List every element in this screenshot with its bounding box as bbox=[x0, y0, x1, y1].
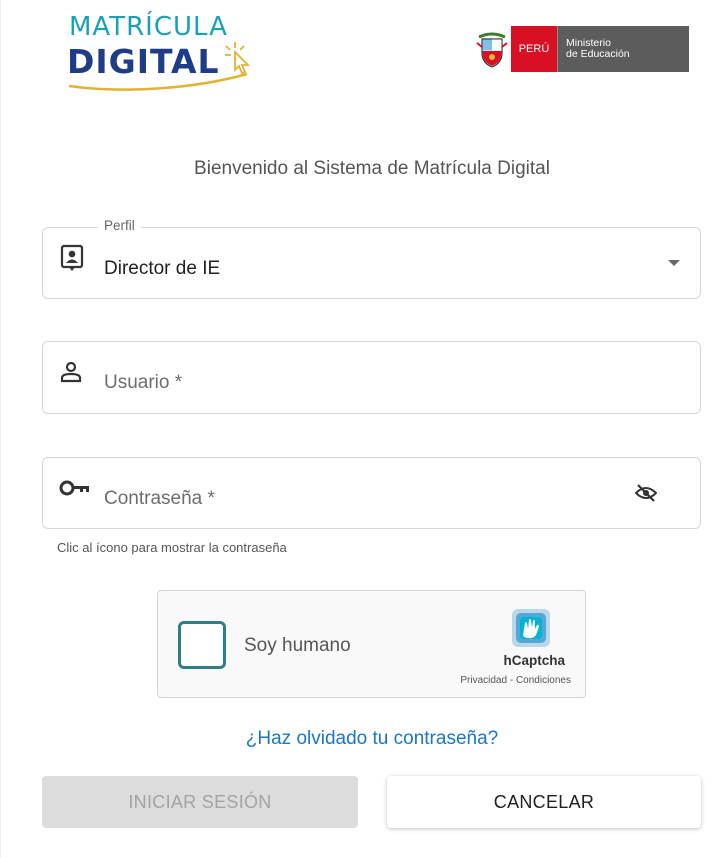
forgot-password-link[interactable]: ¿Haz olvidado tu contraseña? bbox=[246, 728, 498, 749]
government-brand: PERÚ Ministerio de Educación bbox=[473, 26, 689, 72]
captcha-label: Soy humano bbox=[244, 635, 351, 656]
cancel-button[interactable]: CANCELAR bbox=[387, 776, 701, 828]
key-icon bbox=[59, 480, 89, 496]
eye-off-icon[interactable] bbox=[635, 484, 657, 502]
person-icon bbox=[60, 361, 82, 383]
peru-coat-of-arms-icon bbox=[473, 26, 511, 72]
ministry-line2: de Educación bbox=[566, 48, 630, 60]
captcha-checkbox[interactable] bbox=[178, 621, 226, 669]
matricula-digital-logo: MATRÍCULA DIGITAL bbox=[67, 12, 257, 92]
login-page: MATRÍCULA DIGITAL PERÚ Ministerio de Edu… bbox=[0, 0, 728, 858]
welcome-text: Bienvenido al Sistema de Matrícula Digit… bbox=[194, 158, 550, 179]
usuario-placeholder: Usuario * bbox=[104, 372, 183, 393]
perfil-label: Perfil bbox=[98, 218, 141, 233]
peru-label: PERÚ bbox=[511, 26, 557, 72]
ministry-label: Ministerio de Educación bbox=[557, 26, 689, 72]
usuario-input[interactable]: Usuario * bbox=[42, 341, 701, 414]
cursor-icon bbox=[225, 42, 251, 75]
terms-link[interactable]: Condiciones bbox=[516, 675, 571, 686]
hcaptcha-logo-icon bbox=[512, 609, 550, 647]
captcha-links: Privacidad - Condiciones bbox=[460, 675, 571, 686]
hcaptcha-brand: hCaptcha bbox=[503, 653, 565, 668]
password-placeholder: Contraseña * bbox=[104, 488, 215, 509]
links-separator: - bbox=[507, 675, 516, 686]
dropdown-caret-icon[interactable] bbox=[668, 260, 680, 266]
id-badge-icon bbox=[60, 244, 84, 271]
perfil-value: Director de IE bbox=[104, 258, 221, 279]
forgot-password: ¿Haz olvidado tu contraseña? bbox=[1, 728, 728, 750]
logo-line1: MATRÍCULA bbox=[69, 12, 228, 42]
login-button[interactable]: INICIAR SESIÓN bbox=[42, 776, 358, 828]
privacy-link[interactable]: Privacidad bbox=[460, 675, 507, 686]
hcaptcha-widget: Soy humano hCaptcha Privacidad - Condici… bbox=[157, 590, 586, 698]
password-hint: Clic al ícono para mostrar la contraseña bbox=[57, 540, 287, 555]
perfil-select[interactable]: Perfil Director de IE bbox=[42, 218, 701, 299]
password-input[interactable]: Contraseña * bbox=[42, 457, 701, 529]
